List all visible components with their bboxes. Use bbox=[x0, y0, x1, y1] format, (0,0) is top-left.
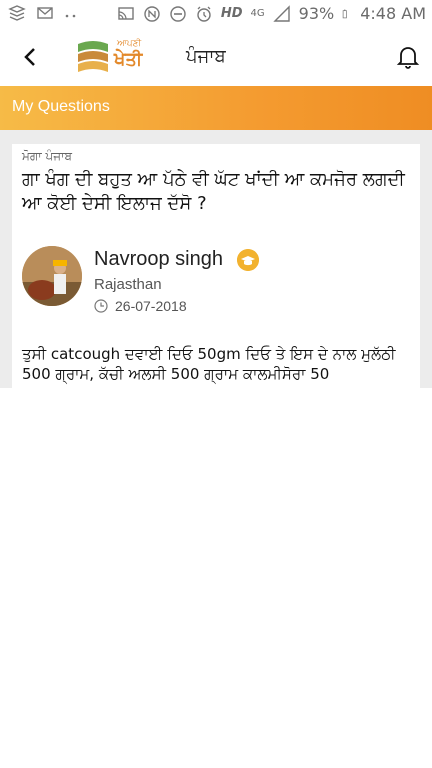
bell-icon[interactable] bbox=[396, 44, 420, 70]
top-app-bar: ਆਪਣੀ ਖੇਤੀ ਪੰਜਾਬ bbox=[0, 28, 432, 87]
question-card[interactable]: ਮੋਗਾ ਪੰਜਾਬ ਗਾ ਖੰਗ ਦੀ ਬਹੁਤ ਆ ਪੱਠੇ ਵੀ ਘੱਟ … bbox=[12, 144, 420, 388]
logo-big-text: ਖੇਤੀ bbox=[114, 49, 143, 70]
avatar[interactable] bbox=[22, 246, 82, 306]
battery-percent: 93% bbox=[298, 4, 335, 23]
back-arrow-icon[interactable] bbox=[16, 42, 46, 72]
question-text: ਗਾ ਖੰਗ ਦੀ ਬਹੁਤ ਆ ਪੱਠੇ ਵੀ ਘੱਟ ਖਾਂਦੀ ਆ ਕਮਜ… bbox=[22, 169, 405, 214]
status-bar: HD 4G 93% 4:48 AM bbox=[0, 0, 432, 28]
alarm-icon bbox=[197, 6, 211, 22]
signal-icon bbox=[272, 5, 290, 22]
region-title[interactable]: ਪੰਜਾਬ bbox=[186, 46, 226, 67]
layers-icon bbox=[8, 5, 26, 21]
questions-list[interactable]: ਮੋਗਾ ਪੰਜਾਬ ਗਾ ਖੰਗ ਦੀ ਬਹੁਤ ਆ ਪੱਠੇ ਵੀ ਘੱਟ … bbox=[0, 130, 432, 388]
hd-icon: HD bbox=[220, 6, 243, 21]
graduation-cap-icon bbox=[237, 249, 259, 271]
cast-icon bbox=[118, 7, 134, 20]
nfc-icon bbox=[144, 6, 160, 22]
4g-icon: 4G bbox=[250, 8, 265, 19]
question-location: ਮੋਗਾ ਪੰਜਾਬ bbox=[22, 149, 72, 163]
expert-state: Rajasthan bbox=[94, 276, 162, 293]
status-time: 4:48 AM bbox=[360, 4, 426, 23]
answer-text: ਤੁਸੀ catcough ਦਵਾਈ ਦਿਓ 50gm ਦਿਓ ਤੇ ਇਸ ਦੇ… bbox=[22, 345, 396, 383]
minus-circle-icon bbox=[170, 6, 186, 22]
answer-date: 26-07-2018 bbox=[115, 298, 187, 314]
expert-name[interactable]: Navroop singh bbox=[94, 248, 223, 271]
battery-icon bbox=[342, 9, 348, 19]
logo-small-text: ਆਪਣੀ bbox=[117, 39, 142, 49]
section-header: My Questions bbox=[0, 86, 432, 130]
dots-icon bbox=[65, 14, 76, 18]
envelope-icon bbox=[37, 7, 53, 19]
clock-icon bbox=[94, 299, 108, 313]
section-title: My Questions bbox=[12, 98, 110, 115]
